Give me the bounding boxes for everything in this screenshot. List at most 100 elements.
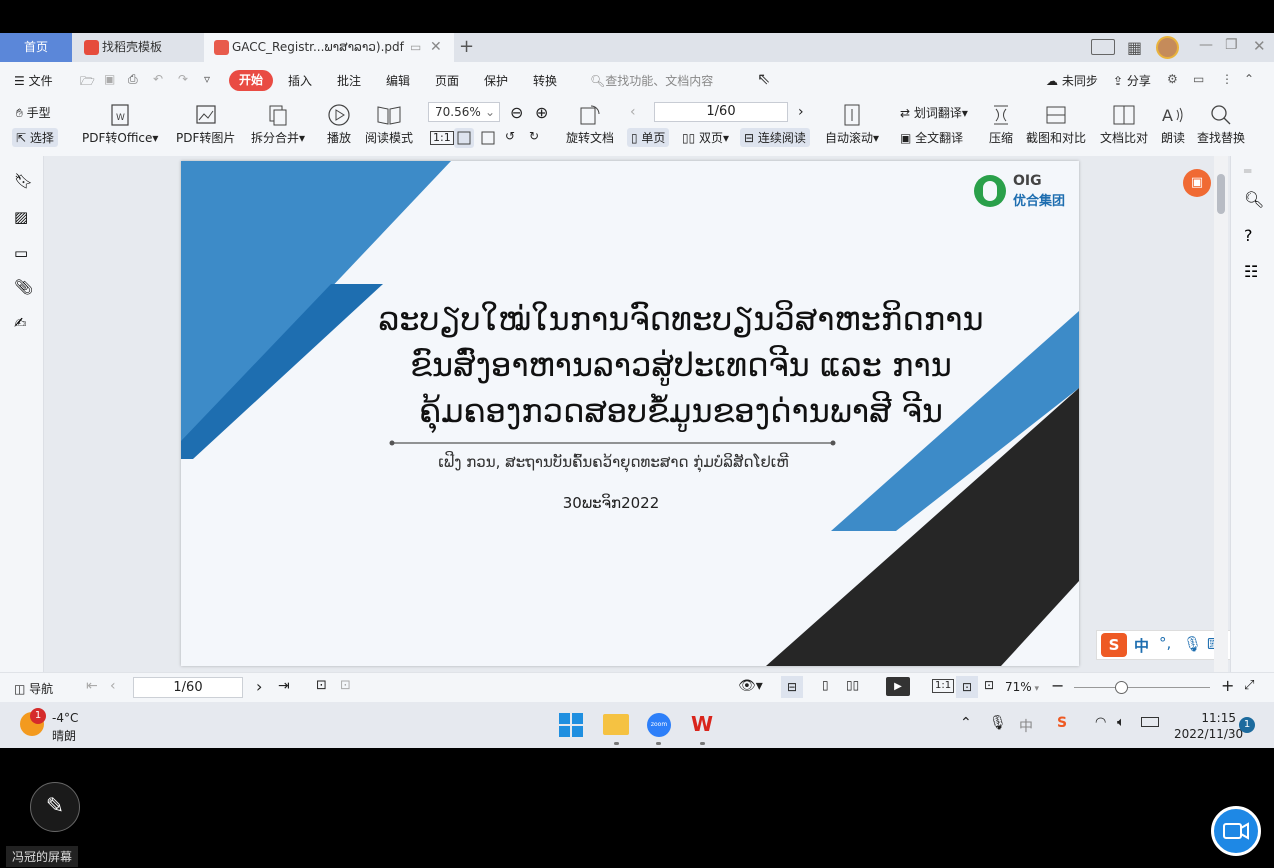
comment-list-icon[interactable]: ▭ — [14, 244, 28, 262]
double-page-button[interactable]: ▯▯ 双页▾ — [682, 129, 729, 146]
annotate-pencil-button[interactable]: ✎ — [30, 782, 80, 832]
zoom-out-status-icon[interactable]: − — [1051, 676, 1064, 695]
battery-icon[interactable] — [1141, 717, 1159, 727]
close-tab-icon[interactable]: ✕ — [430, 33, 442, 62]
prev-page-icon[interactable]: ‹ — [630, 104, 636, 120]
hand-tool-button[interactable]: ✋︎ 手型 — [16, 104, 51, 121]
status-zoom[interactable]: 71% ▾ — [1005, 680, 1039, 694]
pdf-to-image-button[interactable]: PDF转图片 — [176, 103, 235, 146]
avatar[interactable] — [1156, 36, 1179, 59]
page-layout-icon[interactable] — [1091, 39, 1115, 55]
more-options-icon[interactable]: ⋮ — [1221, 72, 1233, 86]
single-view-icon[interactable]: ▯ — [822, 678, 829, 692]
menu-start[interactable]: 开始 — [229, 70, 273, 91]
fit-page-status-icon[interactable]: ⊡ — [956, 676, 978, 698]
auto-scroll-button[interactable]: 自动滚动▾ — [825, 103, 879, 146]
quick-access-dropdown-icon[interactable]: ▿ — [204, 72, 210, 86]
attachment-icon[interactable]: 📎︎ — [14, 278, 33, 296]
find-replace-button[interactable]: 查找替换 — [1197, 103, 1245, 146]
grid-apps-icon[interactable]: ▦ — [1127, 38, 1142, 57]
rotate-right-icon[interactable]: ↻ — [529, 129, 539, 143]
redo-icon[interactable]: ↷ — [178, 72, 188, 86]
sogou-ime-icon[interactable]: S — [1101, 633, 1127, 657]
clock-time[interactable]: 11:15 — [1174, 711, 1236, 725]
prev-page-status-icon[interactable]: ‹ — [110, 678, 116, 694]
collapse-ribbon-icon[interactable]: ⌃ — [1244, 72, 1254, 86]
single-page-button[interactable]: ▯ 单页 — [627, 128, 670, 147]
vertical-scrollbar[interactable] — [1214, 156, 1228, 672]
play-button[interactable]: 播放 — [326, 103, 352, 146]
word-translate-button[interactable]: ⇄ 划词翻译▾ — [900, 104, 968, 121]
minimize-icon[interactable]: — — [1199, 37, 1213, 53]
menu-insert[interactable]: 插入 — [288, 72, 312, 89]
split-merge-button[interactable]: 拆分合并▾ — [251, 103, 305, 146]
actual-size-status-icon[interactable]: 1:1 — [932, 679, 955, 693]
help-icon[interactable]: ? — [1244, 226, 1253, 245]
new-tab-button[interactable]: + — [459, 36, 474, 57]
compress-button[interactable]: 压缩 — [988, 103, 1014, 146]
screenshot-compare-button[interactable]: 截图和对比 — [1026, 103, 1086, 146]
double-view-icon[interactable]: ▯▯ — [846, 678, 859, 692]
print-icon[interactable]: ⎙ — [128, 72, 138, 87]
fit-width-icon[interactable] — [479, 128, 497, 150]
select-tool-button[interactable]: ⇱ 选择 — [12, 128, 58, 147]
fit-page-icon[interactable] — [454, 128, 474, 148]
file-explorer-icon[interactable] — [603, 714, 629, 735]
file-menu[interactable]: ☰ 文件 — [14, 72, 53, 89]
search-text-icon[interactable]: 🔍︎ — [1244, 190, 1264, 209]
save-icon[interactable]: ▣ — [104, 72, 115, 86]
settings-gear-icon[interactable]: ⚙ — [1167, 72, 1178, 86]
slideshow-play-icon[interactable]: ▶ — [886, 677, 910, 696]
tab-template[interactable]: 找稻壳模板 — [74, 33, 202, 62]
zoom-in-status-icon[interactable]: + — [1221, 676, 1234, 695]
volume-icon[interactable]: 🔈︎ — [1117, 715, 1125, 730]
menu-protect[interactable]: 保护 — [484, 72, 508, 89]
tray-sogou-icon[interactable]: S — [1057, 715, 1067, 731]
rotate-left-icon[interactable]: ↺ — [505, 129, 515, 143]
next-page-icon[interactable]: › — [798, 104, 804, 120]
chat-float-icon[interactable]: ▣ — [1183, 169, 1211, 197]
zoom-slider-handle[interactable] — [1115, 681, 1128, 694]
wps-app-icon[interactable]: W — [691, 712, 713, 736]
properties-icon[interactable]: ☷ — [1244, 262, 1258, 281]
microphone-icon[interactable]: 🎙︎ — [1183, 635, 1202, 653]
wifi-icon[interactable]: ◠ — [1095, 715, 1106, 730]
menu-annotate[interactable]: 批注 — [337, 72, 361, 89]
back-view-icon[interactable]: ⊡ — [316, 678, 327, 693]
sync-status[interactable]: ☁ 未同步 — [1046, 72, 1098, 89]
windows-start-icon[interactable] — [559, 713, 583, 737]
fit-width-status-icon[interactable]: ⊡ — [984, 678, 994, 692]
monitor-icon[interactable]: ▭ — [410, 33, 421, 62]
notification-badge[interactable]: 1 — [1239, 717, 1255, 733]
continuous-view-icon[interactable]: ⊟ — [781, 676, 803, 698]
tab-pdf-document[interactable]: GACC_Registr...ພາສາລາວ).pdf ▭ ✕ — [204, 33, 454, 62]
full-translate-button[interactable]: ▣ 全文翻译 — [900, 129, 963, 146]
close-window-icon[interactable]: ✕ — [1253, 37, 1266, 55]
bookmark-icon[interactable]: 🔖︎ — [14, 172, 33, 190]
open-icon[interactable]: 🗁 — [80, 72, 95, 93]
actual-size-icon[interactable]: 1:1 — [430, 131, 454, 145]
fullscreen-icon[interactable]: ⤢ — [1244, 678, 1254, 693]
video-camera-button[interactable] — [1211, 806, 1261, 856]
continuous-read-button[interactable]: ⊟ 连续阅读 — [740, 128, 810, 147]
eye-protection-icon[interactable]: 👁︎▾ — [738, 678, 763, 694]
tray-mic-icon[interactable]: 🎙︎ — [989, 715, 1007, 731]
forward-view-icon[interactable]: ⊡ — [340, 678, 351, 693]
zoom-select[interactable]: 70.56% ⌄ — [428, 102, 500, 122]
zoom-slider[interactable] — [1074, 687, 1210, 688]
tray-expand-icon[interactable]: ⌃ — [960, 715, 972, 731]
tray-ime-indicator[interactable]: 中 — [1019, 716, 1033, 736]
page-number-input[interactable]: 1/60 — [654, 102, 788, 122]
read-aloud-button[interactable]: A 朗读 — [1160, 103, 1186, 146]
first-page-icon[interactable]: ⇤ — [86, 678, 98, 694]
menu-convert[interactable]: 转换 — [533, 72, 557, 89]
status-page-input[interactable]: 1/60 — [133, 677, 243, 698]
next-page-status-icon[interactable]: › — [256, 677, 262, 696]
read-mode-button[interactable]: 阅读模式 — [365, 103, 413, 146]
restore-icon[interactable]: ❐ — [1225, 37, 1238, 53]
clock-date[interactable]: 2022/11/30 — [1174, 727, 1243, 741]
scroll-thumb[interactable] — [1217, 174, 1225, 214]
signature-icon[interactable]: ✍︎ — [14, 314, 27, 332]
tab-home[interactable]: 首页 — [0, 33, 72, 62]
last-page-icon[interactable]: ⇥ — [278, 678, 290, 694]
